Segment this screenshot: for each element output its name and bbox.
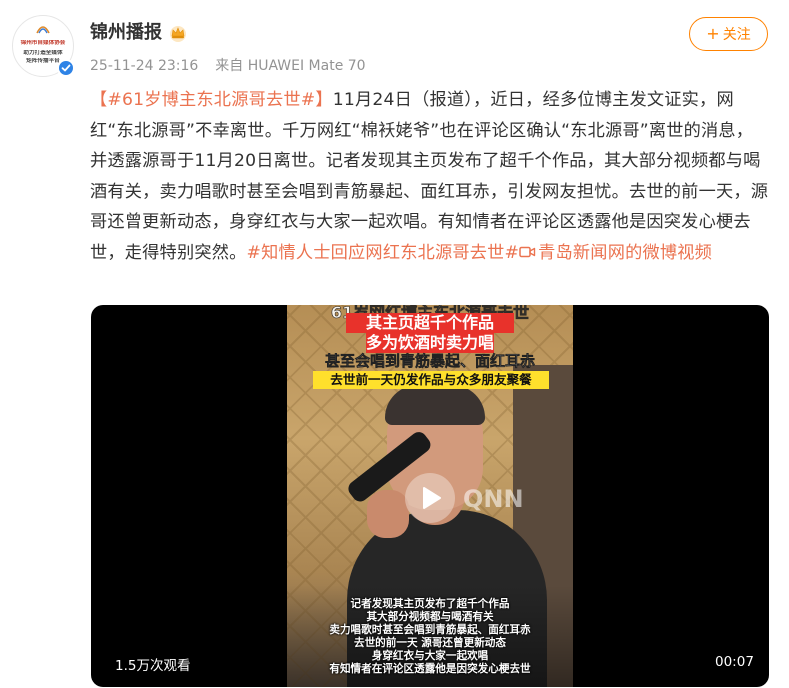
overlay-line: 多为饮酒时卖力唱歌 — [366, 333, 494, 353]
association-logo-icon — [36, 26, 50, 34]
topic-tag-link[interactable]: 【#61岁博主东北源哥去世#】 — [90, 90, 333, 110]
video-camera-icon — [519, 246, 536, 257]
author-name[interactable]: 锦州播报 — [90, 21, 162, 45]
follow-button[interactable]: + 关注 — [689, 17, 768, 51]
play-icon — [423, 487, 441, 509]
subtitle-line: 卖力唱歌时甚至会唱到青筋暴起、面红耳赤 — [329, 624, 531, 636]
post-meta: 25-11-24 23:16 来自 HUAWEI Mate 70 — [90, 56, 366, 76]
play-button[interactable] — [405, 473, 455, 523]
overlay-line: 甚至会唱到青筋暴起、面红耳赤 — [324, 352, 536, 371]
avatar-text-line: 锦州市自媒体协会 — [20, 40, 66, 46]
device-name: HUAWEI Mate 70 — [247, 58, 366, 74]
verified-check-icon — [57, 59, 75, 77]
post-body: 11月24日（报道），近日，经多位博主发文证实，网红“东北源哥”不幸离世。千万网… — [90, 90, 769, 263]
plus-icon: + — [706, 24, 720, 43]
post-header: 锦州市自媒体协会 助力打造全媒体 矩阵传播平台 锦州播报 25-11-24 23… — [0, 0, 789, 90]
subtitle-line: 去世的前一天 源哥还曾更新动态 — [354, 637, 506, 649]
video-link-label: 青岛新闻网的微博视频 — [538, 242, 713, 263]
video-link[interactable]: 青岛新闻网的微博视频 — [519, 243, 712, 263]
post-timestamp[interactable]: 25-11-24 23:16 — [90, 58, 198, 74]
avatar[interactable]: 锦州市自媒体协会 助力打造全媒体 矩阵传播平台 — [12, 15, 75, 77]
overlay-line: 其主页超千个作品 — [346, 313, 514, 333]
video-duration: 00:07 — [715, 654, 754, 670]
source-prefix: 来自 — [215, 58, 244, 74]
view-count: 1.5万次观看 — [115, 658, 191, 674]
avatar-text-line: 助力打造全媒体 — [23, 50, 63, 56]
person-hand — [367, 490, 409, 538]
crown-icon — [170, 26, 186, 42]
video-player[interactable]: 61岁网红博主东北源哥去世 其主页超千个作品 多为饮酒时卖力唱歌 甚至会唱到青筋… — [91, 305, 769, 687]
subtitle-line: 其大部分视频都与喝酒有关 — [366, 611, 494, 623]
overlay-line: 去世前一天仍发作品与众多朋友聚餐 — [313, 371, 549, 389]
subtitle-line: 身穿红衣与大家一起欢唱 — [371, 650, 489, 662]
post-text: 【#61岁博主东北源哥去世#】11月24日（报道），近日，经多位博主发文证实，网… — [90, 85, 770, 268]
subtitle-line: 记者发现其主页发布了超千个作品 — [350, 598, 510, 610]
subtitle-line: 有知情者在评论区透露他是因突发心梗去世 — [329, 663, 531, 675]
hashtag-link[interactable]: #知情人士回应网红东北源哥去世# — [247, 243, 520, 263]
person-hair — [385, 385, 485, 425]
qnn-watermark: QNN — [463, 485, 524, 513]
follow-label: 关注 — [722, 27, 751, 43]
